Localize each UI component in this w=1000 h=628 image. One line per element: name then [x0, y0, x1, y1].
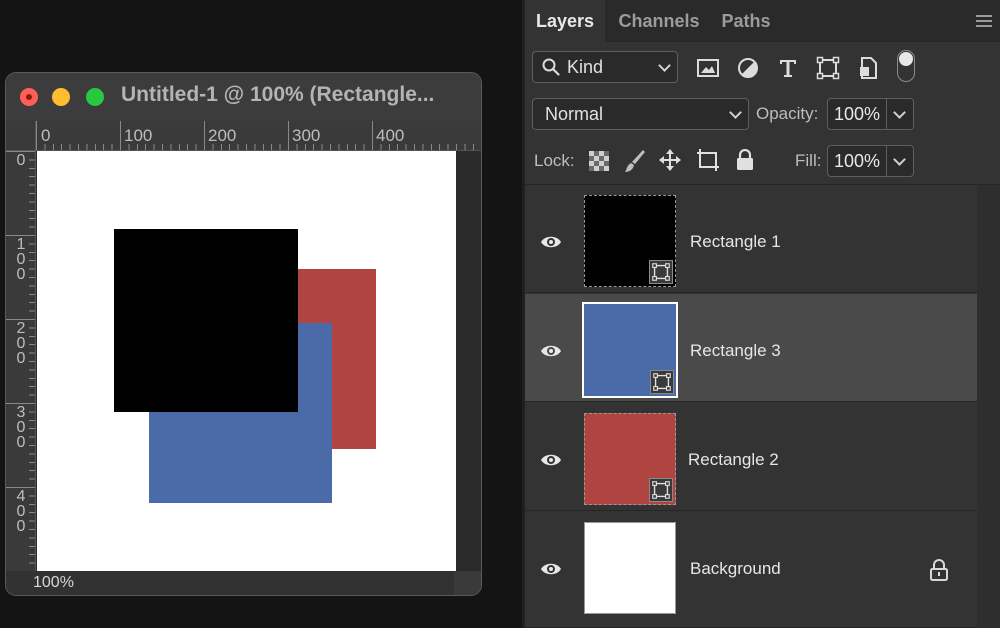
- shape-layer-icon: [650, 370, 674, 394]
- eye-icon[interactable]: [540, 558, 562, 580]
- eye-icon[interactable]: [540, 340, 562, 362]
- ruler-tick: [120, 121, 121, 150]
- shape-layer-icon: [649, 478, 673, 502]
- artboard-autonest-icon[interactable]: [695, 148, 721, 172]
- blend-mode-value: Normal: [545, 104, 604, 124]
- lock-image-pixels-icon[interactable]: [623, 148, 647, 174]
- opacity-dropdown-button[interactable]: [887, 98, 914, 130]
- filter-toggle[interactable]: [897, 50, 915, 82]
- toggle-knob: [899, 52, 913, 66]
- vertical-scrollbar[interactable]: [456, 151, 481, 571]
- opacity-label: Opacity:: [756, 104, 819, 123]
- ruler-label: 0: [41, 126, 51, 145]
- layer-row-rectangle-1[interactable]: Rectangle 1: [525, 185, 977, 293]
- eye-icon[interactable]: [540, 231, 562, 253]
- layer-row-rectangle-2[interactable]: Rectangle 2: [525, 403, 977, 511]
- status-bar: 100%: [6, 571, 481, 595]
- zoom-level[interactable]: 100%: [33, 574, 74, 592]
- vertical-ruler[interactable]: 0 100 200 300 400: [6, 151, 36, 571]
- chevron-down-icon: [893, 153, 906, 166]
- ruler-label: 300: [16, 404, 26, 451]
- filter-kind-select[interactable]: Kind: [532, 51, 678, 83]
- layer-thumbnail[interactable]: [582, 302, 678, 398]
- panel-tab-bar: Layers Channels Paths: [525, 0, 1000, 42]
- shape-filter-icon[interactable]: [816, 56, 840, 80]
- fill-input[interactable]: 100%: [827, 145, 887, 177]
- layer-name[interactable]: Rectangle 1: [690, 232, 781, 252]
- layer-name[interactable]: Background: [690, 559, 781, 579]
- layer-row-rectangle-3[interactable]: Rectangle 3: [525, 294, 977, 402]
- ruler-label: 200: [208, 126, 237, 145]
- tab-channels[interactable]: Channels: [609, 0, 709, 42]
- ruler-origin[interactable]: [6, 121, 36, 151]
- minimize-window-button[interactable]: [52, 88, 70, 106]
- document-canvas[interactable]: [37, 151, 456, 571]
- panel-scrollbar[interactable]: [977, 185, 1000, 628]
- ruler-label: 200: [16, 320, 26, 367]
- shape-layer-icon: [649, 260, 673, 284]
- ruler-label: 100: [124, 126, 153, 145]
- adjustment-filter-icon[interactable]: [736, 56, 760, 80]
- ruler-label: 400: [376, 126, 405, 145]
- ruler-tick: [36, 121, 37, 150]
- panel-menu-icon[interactable]: [976, 15, 992, 27]
- close-window-button[interactable]: [20, 88, 38, 106]
- type-filter-icon[interactable]: [776, 56, 800, 80]
- document-title: Untitled-1 @ 100% (Rectangle...: [121, 83, 435, 106]
- blend-mode-select[interactable]: Normal: [532, 98, 749, 130]
- fill-label: Fill:: [795, 151, 822, 170]
- chevron-down-icon: [658, 59, 671, 72]
- image-filter-icon[interactable]: [696, 56, 720, 80]
- ruler-label: 400: [16, 488, 26, 535]
- layer-name[interactable]: Rectangle 2: [688, 450, 779, 470]
- tab-layers[interactable]: Layers: [525, 0, 605, 42]
- ruler-label: 300: [292, 126, 321, 145]
- ruler-tick: [204, 121, 205, 150]
- lock-label: Lock:: [534, 151, 575, 170]
- chevron-down-icon: [729, 106, 742, 119]
- layer-thumbnail[interactable]: [584, 413, 676, 505]
- smart-object-filter-icon[interactable]: [856, 56, 880, 80]
- ruler-label: 0: [16, 152, 26, 169]
- filter-kind-label: Kind: [567, 57, 604, 77]
- layers-panel: Layers Channels Paths Kind Normal Opacit…: [525, 0, 1000, 628]
- fill-dropdown-button[interactable]: [887, 145, 914, 177]
- resize-corner[interactable]: [454, 571, 481, 595]
- opacity-input[interactable]: 100%: [827, 98, 887, 130]
- ruler-tick: [288, 121, 289, 150]
- layer-row-background[interactable]: Background: [525, 512, 977, 628]
- ruler-label: 100: [16, 236, 26, 283]
- window-titlebar[interactable]: Untitled-1 @ 100% (Rectangle...: [6, 73, 481, 121]
- maximize-window-button[interactable]: [86, 88, 104, 106]
- layer-thumbnail[interactable]: [584, 522, 676, 614]
- eye-icon[interactable]: [540, 449, 562, 471]
- chevron-down-icon: [893, 106, 906, 119]
- document-window[interactable]: Untitled-1 @ 100% (Rectangle... 0 100 20…: [5, 72, 482, 596]
- layer-thumbnail[interactable]: [584, 195, 676, 287]
- tab-paths[interactable]: Paths: [711, 0, 781, 42]
- ruler-tick: [372, 121, 373, 150]
- rectangle-1-shape[interactable]: [114, 229, 298, 412]
- search-icon: [542, 58, 560, 76]
- lock-transparent-pixels-icon[interactable]: [589, 151, 609, 171]
- lock-position-icon[interactable]: [658, 148, 682, 172]
- lock-icon: [930, 559, 948, 581]
- horizontal-ruler[interactable]: 0 100 200 300 400: [36, 121, 481, 151]
- layer-name[interactable]: Rectangle 3: [690, 341, 781, 361]
- lock-all-icon[interactable]: [735, 149, 755, 171]
